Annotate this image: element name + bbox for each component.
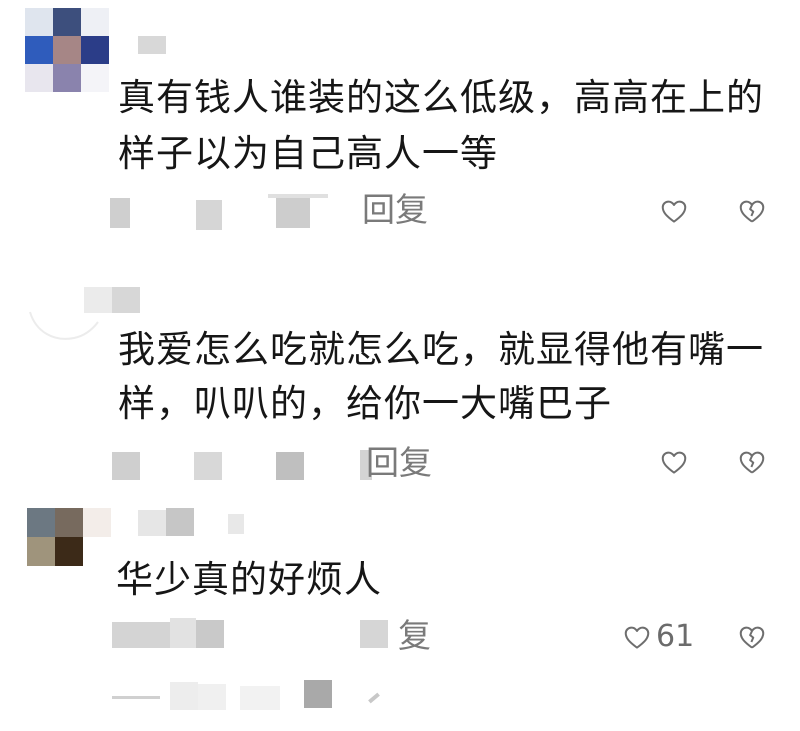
reply-button[interactable]: 回复 xyxy=(366,443,432,483)
meta-blurred xyxy=(112,622,170,648)
username-blurred[interactable] xyxy=(138,36,166,54)
reply-button[interactable]: 回复 xyxy=(362,190,428,230)
expand-replies-blurred[interactable] xyxy=(0,672,800,731)
comment-text-line: 样，叭叭的，给你一大嘴巴子 xyxy=(118,382,612,425)
meta-blurred xyxy=(110,198,130,228)
comment-text-line: 真有钱人谁装的这么低级，高高在上的 xyxy=(118,76,764,119)
dislike-broken-heart-icon[interactable] xyxy=(737,622,767,652)
comment-text-line: 样子以为自己高人一等 xyxy=(118,132,498,175)
username-blurred[interactable] xyxy=(138,510,166,536)
dislike-broken-heart-icon[interactable] xyxy=(737,447,767,477)
meta-blurred xyxy=(112,452,140,480)
like-heart-icon[interactable] xyxy=(659,196,689,226)
username-blurred[interactable] xyxy=(84,287,112,313)
avatar[interactable] xyxy=(25,8,111,92)
like-heart-icon[interactable] xyxy=(659,447,689,477)
meta-blurred xyxy=(360,620,388,648)
username-blurred[interactable] xyxy=(166,508,194,536)
dislike-broken-heart-icon[interactable] xyxy=(737,196,767,226)
like-heart-icon[interactable] xyxy=(622,622,652,652)
meta-blurred xyxy=(170,618,196,648)
comment-text-line: 华少真的好烦人 xyxy=(116,558,382,601)
meta-blurred xyxy=(276,196,310,228)
meta-blurred xyxy=(268,194,328,198)
meta-blurred xyxy=(196,620,224,648)
avatar[interactable] xyxy=(27,508,111,566)
meta-blurred xyxy=(196,200,222,230)
meta-blurred xyxy=(194,452,222,480)
reply-button[interactable]: 复 xyxy=(398,616,431,656)
username-blurred[interactable] xyxy=(228,514,244,534)
meta-blurred xyxy=(276,452,304,480)
username-blurred[interactable] xyxy=(112,287,140,313)
like-count: 61 xyxy=(656,619,695,654)
comment-text-line: 我爱怎么吃就怎么吃，就显得他有嘴一 xyxy=(118,328,764,371)
